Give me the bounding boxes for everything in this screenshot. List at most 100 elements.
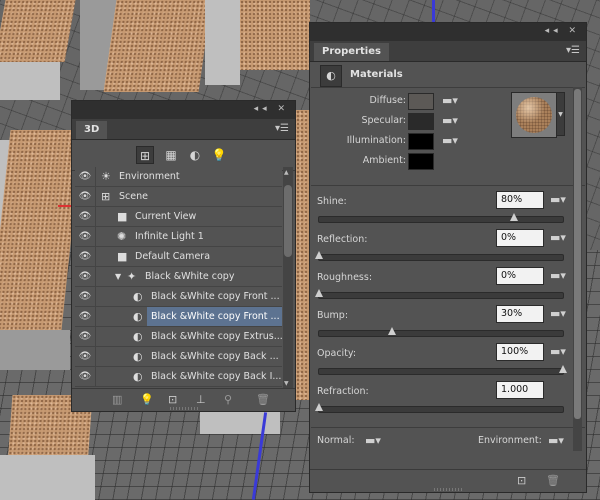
layer-name: Default Camera <box>135 251 211 262</box>
visibility-eye-icon[interactable]: 👁 <box>75 247 96 266</box>
layer-row[interactable]: 👁 ◐ Black &White copy Extrus... <box>75 327 282 347</box>
texture-folder-icon[interactable]: ▬▾ <box>550 193 566 206</box>
color-swatch[interactable] <box>408 153 434 170</box>
panel-menu-icon[interactable]: ▾☰ <box>275 123 289 134</box>
slider-handle[interactable] <box>315 403 323 411</box>
letter-extrusion <box>0 60 60 100</box>
visibility-eye-icon[interactable]: 👁 <box>75 227 96 246</box>
scene-icon[interactable]: ⊞ <box>136 146 154 164</box>
panel-titlebar[interactable]: ◂◂ ✕ <box>310 23 586 41</box>
param-slider[interactable] <box>315 403 564 413</box>
visibility-eye-icon[interactable]: 👁 <box>75 207 96 226</box>
layer-list-scrollbar[interactable]: ▲ ▼ <box>283 167 293 389</box>
move-light-icon[interactable]: ⚲ <box>224 393 232 406</box>
layer-row[interactable]: 👁 ■ Default Camera <box>75 247 282 267</box>
param-slider[interactable] <box>318 213 564 223</box>
panel-resize-grip[interactable] <box>434 488 464 491</box>
color-swatch[interactable] <box>408 93 434 110</box>
material-icon: ◐ <box>133 290 143 303</box>
visibility-eye-icon[interactable]: 👁 <box>75 187 96 206</box>
slider-handle[interactable] <box>388 327 397 335</box>
new-mesh-icon[interactable]: ⊡ <box>168 393 177 406</box>
3d-panel-footer: ▥ 💡 ⊡ ⊥ ⚲ 🗑 <box>72 388 295 411</box>
camera-icon: ■ <box>117 210 128 223</box>
panel-window-controls[interactable]: ◂◂ ✕ <box>545 26 580 36</box>
scrollbar-thumb[interactable] <box>574 89 581 419</box>
visibility-eye-icon[interactable]: 👁 <box>75 327 96 346</box>
add-light-icon[interactable]: 💡 <box>140 393 154 406</box>
texture-folder-icon[interactable]: ▬▾ <box>550 307 566 320</box>
panel-menu-icon[interactable]: ▾☰ <box>566 45 580 56</box>
param-value-input[interactable]: 80% <box>496 191 544 209</box>
visibility-eye-icon[interactable]: 👁 <box>75 307 96 326</box>
visibility-eye-icon[interactable]: 👁 <box>75 287 96 306</box>
layer-row[interactable]: 👁 ✺ Infinite Light 1 <box>75 227 282 247</box>
layer-row[interactable]: 👁 ▼ ✦ Black &White copy <box>75 267 282 287</box>
scroll-up-arrow-icon[interactable]: ▲ <box>284 169 289 176</box>
param-label: Opacity: <box>317 348 357 359</box>
param-value-input[interactable]: 100% <box>496 343 544 361</box>
layer-name: Environment <box>119 171 180 182</box>
material-picker-dropdown-icon[interactable]: ▼ <box>556 92 565 136</box>
slider-handle[interactable] <box>315 251 323 259</box>
param-value-input[interactable]: 0% <box>496 267 544 285</box>
color-swatch[interactable] <box>408 113 434 130</box>
texture-folder-icon[interactable]: ▬▾ <box>442 114 458 127</box>
layer-row[interactable]: 👁 ⊞ Scene <box>75 187 282 207</box>
slider-handle[interactable] <box>559 365 567 373</box>
trash-icon[interactable]: 🗑 <box>256 393 270 406</box>
scroll-down-arrow-icon[interactable]: ▼ <box>284 380 289 387</box>
visibility-eye-icon[interactable]: 👁 <box>75 347 96 366</box>
texture-folder-icon[interactable]: ▬▾ <box>550 269 566 282</box>
texture-folder-icon[interactable]: ▬▾ <box>442 134 458 147</box>
texture-folder-icon[interactable]: ▬▾ <box>550 345 566 358</box>
layer-row[interactable]: 👁 ☀ Environment <box>75 167 282 187</box>
panel-resize-grip[interactable] <box>170 407 200 410</box>
layer-row[interactable]: 👁 ◐ Black &White copy Back ... <box>75 347 282 367</box>
param-value-input[interactable]: 0% <box>496 229 544 247</box>
properties-scrollbar[interactable] <box>573 87 582 451</box>
expand-triangle-icon[interactable]: ▼ <box>115 267 121 286</box>
normal-texture-folder-icon[interactable]: ▬▾ <box>365 434 381 447</box>
visibility-eye-icon[interactable]: 👁 <box>75 167 96 186</box>
param-slider[interactable] <box>318 327 564 337</box>
light-icon: ✺ <box>117 230 127 243</box>
material-color-row: Specular: ▬▾ <box>310 113 458 131</box>
letter-extrusion <box>0 455 95 500</box>
param-slider[interactable] <box>315 289 564 299</box>
scrollbar-thumb[interactable] <box>284 185 292 257</box>
tab-properties[interactable]: Properties <box>314 43 389 61</box>
ground-icon[interactable]: ⊥ <box>196 393 206 406</box>
slider-handle[interactable] <box>510 213 519 221</box>
layer-row[interactable]: 👁 ◐ Black &White copy Front ... <box>75 287 282 307</box>
slider-handle[interactable] <box>315 289 323 297</box>
param-value-input[interactable]: 1.000 <box>496 381 544 399</box>
material-icon[interactable]: ◐ <box>186 146 204 164</box>
texture-folder-icon[interactable]: ▬▾ <box>442 94 458 107</box>
material-preview-sphere[interactable] <box>511 92 557 138</box>
param-value-input[interactable]: 30% <box>496 305 544 323</box>
3d-layer-list: 👁 ☀ Environment 👁 ⊞ Scene 👁 ■ Current View 👁 ✺ Infi… <box>75 167 282 389</box>
layer-row[interactable]: 👁 ◐ Black &White copy Back I... <box>75 367 282 387</box>
light-icon[interactable]: 💡 <box>210 146 228 164</box>
tab-3d[interactable]: 3D <box>76 121 108 139</box>
render-icon[interactable]: ⊡ <box>517 474 526 487</box>
visibility-eye-icon[interactable]: 👁 <box>75 267 96 286</box>
letter-extrusion <box>205 0 240 85</box>
texture-folder-icon[interactable]: ▬▾ <box>550 231 566 244</box>
texture-map-row: Normal: ▬▾ Environment: ▬▾ <box>310 429 586 453</box>
param-row: Reflection: 0% ▬▾ <box>310 229 586 265</box>
param-slider[interactable] <box>318 365 567 375</box>
param-slider[interactable] <box>315 251 564 261</box>
color-swatch[interactable] <box>408 133 434 150</box>
visibility-eye-icon[interactable]: 👁 <box>75 367 96 386</box>
layer-row[interactable]: 👁 ■ Current View <box>75 207 282 227</box>
panel-window-controls[interactable]: ◂◂ ✕ <box>254 104 289 114</box>
panel-titlebar[interactable]: ◂◂ ✕ <box>72 101 295 119</box>
environment-texture-folder-icon[interactable]: ▬▾ <box>548 434 564 447</box>
trash-icon[interactable]: 🗑 <box>546 474 560 487</box>
param-row: Opacity: 100% ▬▾ <box>310 343 586 379</box>
layer-row[interactable]: 👁 ◐ Black &White copy Front ... <box>75 307 282 327</box>
mesh-icon[interactable]: ▦ <box>162 146 180 164</box>
render-icon[interactable]: ▥ <box>112 393 122 406</box>
